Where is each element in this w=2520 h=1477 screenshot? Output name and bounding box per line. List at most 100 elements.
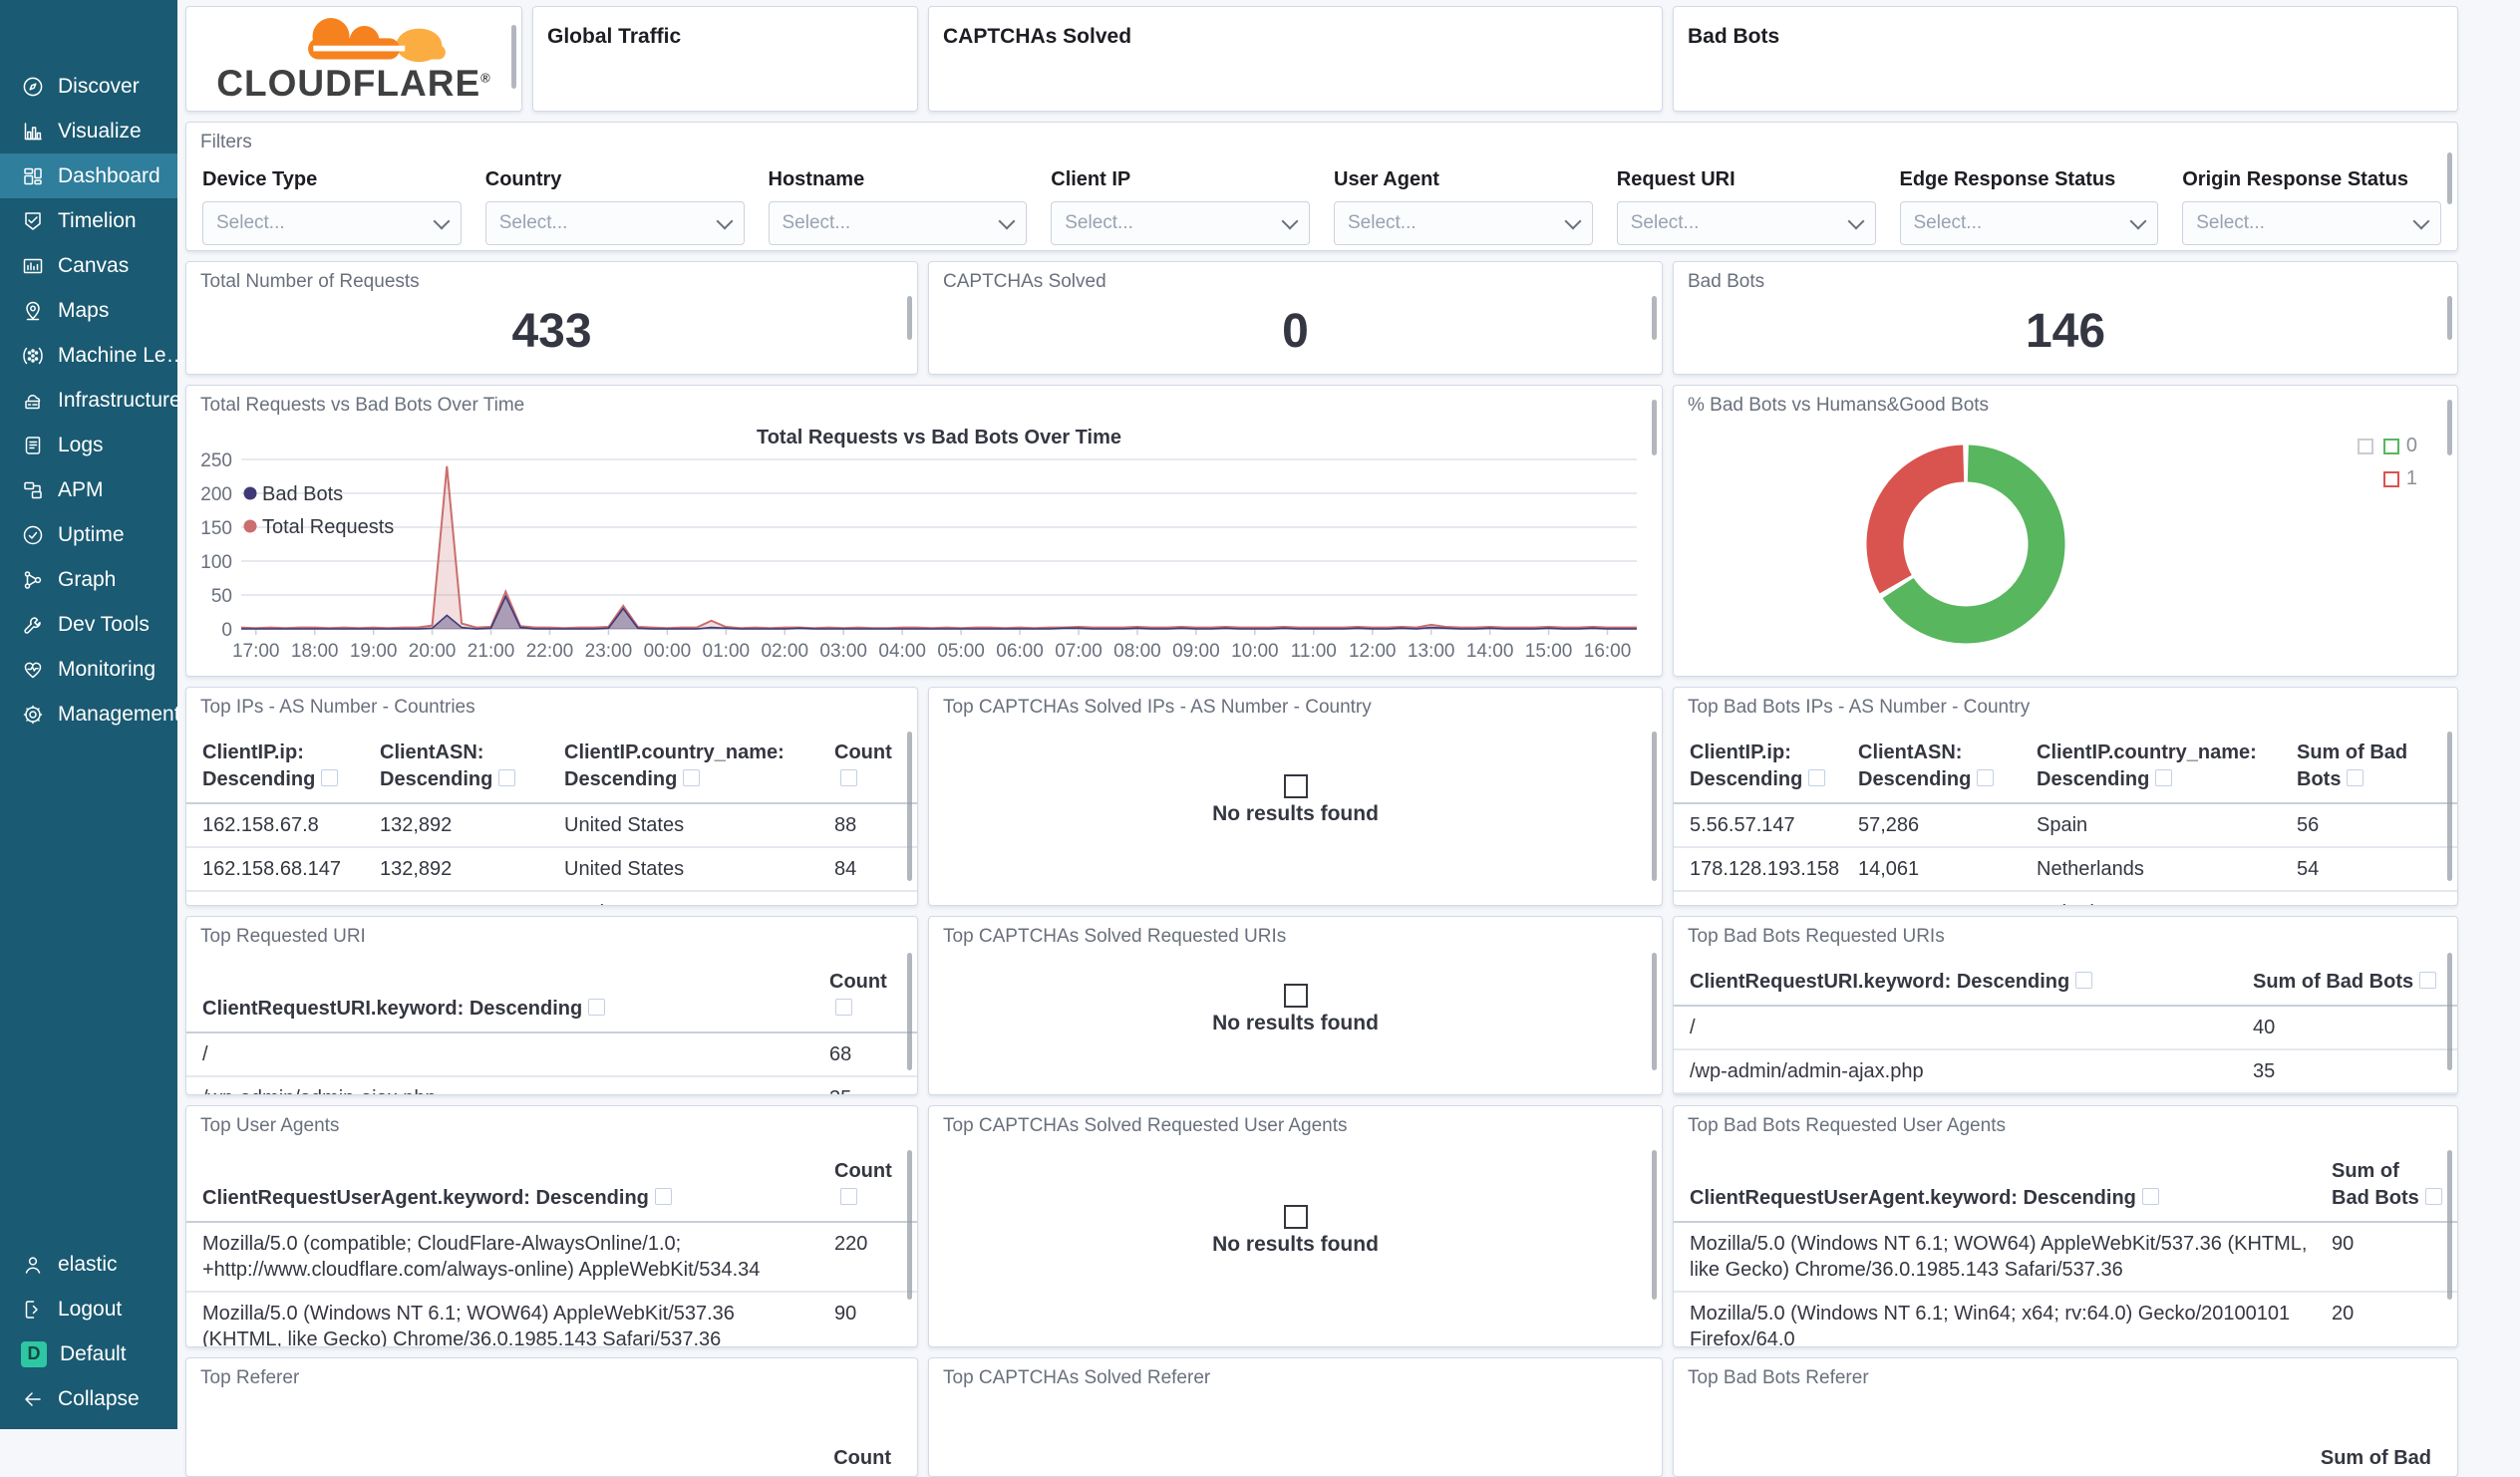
panel-scrollbar[interactable] — [2447, 953, 2452, 1070]
column-header-clientrequesturi-keyword-descending[interactable]: ClientRequestURI.keyword: Descending — [186, 951, 819, 1034]
sort-checkbox-icon[interactable] — [683, 769, 701, 786]
panel-scrollbar[interactable] — [1652, 732, 1657, 881]
panel-scrollbar[interactable] — [2447, 732, 2452, 881]
panel-scrollbar[interactable] — [1652, 296, 1657, 340]
sidebar-footer-default[interactable]: D Default — [0, 1331, 177, 1376]
sidebar-item-graph[interactable]: Graph — [0, 557, 177, 602]
table-row[interactable]: /wp-admin/admin-ajax.php35 — [186, 1076, 917, 1094]
legend-color-square-icon[interactable] — [2382, 470, 2399, 487]
column-header-clientip-ip-descending[interactable]: ClientIP.ip: Descending — [186, 722, 370, 804]
sort-checkbox-icon[interactable] — [498, 769, 516, 786]
sidebar-item-maps[interactable]: Maps — [0, 288, 177, 333]
pie-legend-item-1[interactable]: 1 — [2348, 462, 2417, 495]
table-row[interactable]: 128.32.162.14525United States2 — [1674, 891, 2457, 905]
sort-checkbox-icon[interactable] — [1977, 769, 1995, 786]
sidebar-item-logs[interactable]: Logs — [0, 423, 177, 467]
filter-select-device-type[interactable]: Select... — [202, 201, 462, 245]
filter-select-edge-response-status[interactable]: Select... — [1899, 201, 2159, 245]
sort-checkbox-icon[interactable] — [835, 999, 852, 1016]
sort-checkbox-icon[interactable] — [588, 999, 606, 1016]
column-header-sum-of-bad-bots[interactable]: Sum of Bad Bots — [2243, 951, 2457, 1007]
table-row[interactable]: Mozilla/5.0 (Windows NT 6.1; WOW64) Appl… — [1674, 1222, 2457, 1293]
column-header-count[interactable]: Count — [824, 1140, 917, 1223]
panel-scrollbar[interactable] — [1652, 1150, 1657, 1300]
panel-scrollbar[interactable] — [2447, 152, 2452, 204]
legend-filter-square-icon[interactable] — [2357, 438, 2373, 454]
panel-scrollbar[interactable] — [2447, 296, 2452, 340]
table-cell: 14,061 — [1848, 847, 2027, 892]
filter-select-origin-response-status[interactable]: Select... — [2182, 201, 2441, 245]
sort-checkbox-icon[interactable] — [840, 1188, 857, 1205]
column-header-clientrequestuseragent-keyword-descending[interactable]: ClientRequestUserAgent.keyword: Descendi… — [1674, 1140, 2322, 1223]
column-header-count[interactable]: Count — [819, 951, 917, 1034]
sort-checkbox-icon[interactable] — [2424, 1188, 2442, 1205]
sidebar-item-management[interactable]: Management — [0, 692, 180, 737]
table-row[interactable]: 178.128.193.158 14,061 Netherlands 54 — [1674, 847, 2457, 892]
table-row[interactable]: Mozilla/5.0 (Windows NT 6.1; WOW64) Appl… — [186, 1292, 917, 1346]
table-row[interactable]: /68 — [186, 1033, 917, 1077]
column-header-clientasn-descending[interactable]: ClientASN: Descending — [370, 722, 554, 804]
sidebar-item-apm[interactable]: APM — [0, 467, 177, 512]
sidebar-item-dashboard[interactable]: Dashboard — [0, 153, 177, 198]
table-row[interactable]: /wp-admin/admin-post.php16 — [1674, 1093, 2457, 1094]
column-header-clientrequestuseragent-keyword-descending[interactable]: ClientRequestUserAgent.keyword: Descendi… — [186, 1140, 824, 1223]
sidebar-item-discover[interactable]: Discover — [0, 64, 177, 109]
donut-chart[interactable] — [1674, 420, 2457, 674]
panel-scrollbar[interactable] — [2447, 400, 2452, 455]
legend-color-square-icon[interactable] — [2382, 438, 2399, 454]
sidebar-item-infrastructure[interactable]: Infrastructure — [0, 378, 181, 423]
panel-title: Top Referer — [200, 1367, 300, 1388]
sidebar-footer-collapse[interactable]: Collapse — [0, 1376, 177, 1421]
panel-scrollbar[interactable] — [2447, 1150, 2452, 1300]
sidebar-item-canvas[interactable]: Canvas — [0, 243, 177, 288]
sort-checkbox-icon[interactable] — [2141, 1188, 2159, 1205]
line-chart[interactable]: 0 50 100 150 200 250 17:00 18:00 19:00 20:00 21:00… — [186, 420, 1662, 674]
pie-legend-item-0[interactable]: 0 — [2348, 430, 2417, 462]
sidebar-item-uptime[interactable]: Uptime — [0, 512, 177, 557]
sidebar-item-monitoring[interactable]: Monitoring — [0, 647, 177, 692]
table-row[interactable]: 162.158.68.147 132,892 United States 84 — [186, 847, 917, 892]
panel-scrollbar[interactable] — [907, 1150, 912, 1300]
sort-checkbox-icon[interactable] — [2347, 769, 2364, 786]
column-header-clientrequesturi-keyword-descending[interactable]: ClientRequestURI.keyword: Descending — [1674, 951, 2243, 1007]
sort-checkbox-icon[interactable] — [2155, 769, 2173, 786]
table-cell: Mozilla/5.0 (compatible; CloudFlare-Alwa… — [186, 1222, 824, 1293]
table-row[interactable]: /wp-admin/admin-ajax.php35 — [1674, 1049, 2457, 1094]
table-row[interactable]: Mozilla/5.0 (compatible; CloudFlare-Alwa… — [186, 1222, 917, 1293]
sort-checkbox-icon[interactable] — [2419, 972, 2437, 989]
column-header-clientip-country-name-descending[interactable]: ClientIP.country_name: Descending — [2027, 722, 2287, 804]
panel-scrollbar[interactable] — [907, 296, 912, 340]
sidebar-item-timelion[interactable]: Timelion — [0, 198, 177, 243]
panel-scrollbar[interactable] — [1652, 400, 1657, 455]
filter-select-country[interactable]: Select... — [484, 201, 745, 245]
column-header-sum-of-bad-bots[interactable]: Sum of Bad Bots — [2287, 722, 2457, 804]
sidebar-item-visualize[interactable]: Visualize — [0, 109, 177, 153]
sort-checkbox-icon[interactable] — [1808, 769, 1826, 786]
filter-select-user-agent[interactable]: Select... — [1334, 201, 1593, 245]
filter-select-client-ip[interactable]: Select... — [1051, 201, 1310, 245]
panel-scrollbar[interactable] — [907, 732, 912, 881]
sidebar-footer-logout[interactable]: Logout — [0, 1287, 177, 1331]
sort-checkbox-icon[interactable] — [654, 1188, 672, 1205]
panel-scrollbar[interactable] — [1652, 953, 1657, 1070]
sort-checkbox-icon[interactable] — [321, 769, 339, 786]
table-row[interactable]: 162.158.67.8 132,892 United States 88 — [186, 803, 917, 848]
table-row[interactable]: 5.56.57.14757,286Spain56 — [1674, 803, 2457, 848]
sort-checkbox-icon[interactable] — [2075, 972, 2093, 989]
sort-checkbox-icon[interactable] — [840, 769, 857, 786]
table-row[interactable]: 5.56.57.14757,286Spain56 — [186, 891, 917, 905]
sidebar-item-machine-le[interactable]: Machine Le… — [0, 333, 187, 378]
table-row[interactable]: Mozilla/5.0 (Windows NT 6.1; Win64; x64;… — [1674, 1292, 2457, 1346]
column-header-count[interactable]: Count — [824, 722, 917, 804]
filter-select-request-uri[interactable]: Select... — [1616, 201, 1876, 245]
column-header-clientip-ip-descending[interactable]: ClientIP.ip: Descending — [1674, 722, 1848, 804]
sidebar-footer-elastic[interactable]: elastic — [0, 1242, 177, 1287]
filter-select-hostname[interactable]: Select... — [768, 201, 1028, 245]
panel-scrollbar[interactable] — [907, 953, 912, 1070]
sidebar-item-dev-tools[interactable]: Dev Tools — [0, 602, 177, 647]
table-row[interactable]: /40 — [1674, 1006, 2457, 1050]
column-header-clientasn-descending[interactable]: ClientASN: Descending — [1848, 722, 2027, 804]
column-header-clientip-country-name-descending[interactable]: ClientIP.country_name: Descending — [554, 722, 824, 804]
panel-scrollbar[interactable] — [511, 25, 516, 89]
column-header-sum-of-bad-bots[interactable]: Sum of Bad Bots — [2322, 1140, 2457, 1223]
